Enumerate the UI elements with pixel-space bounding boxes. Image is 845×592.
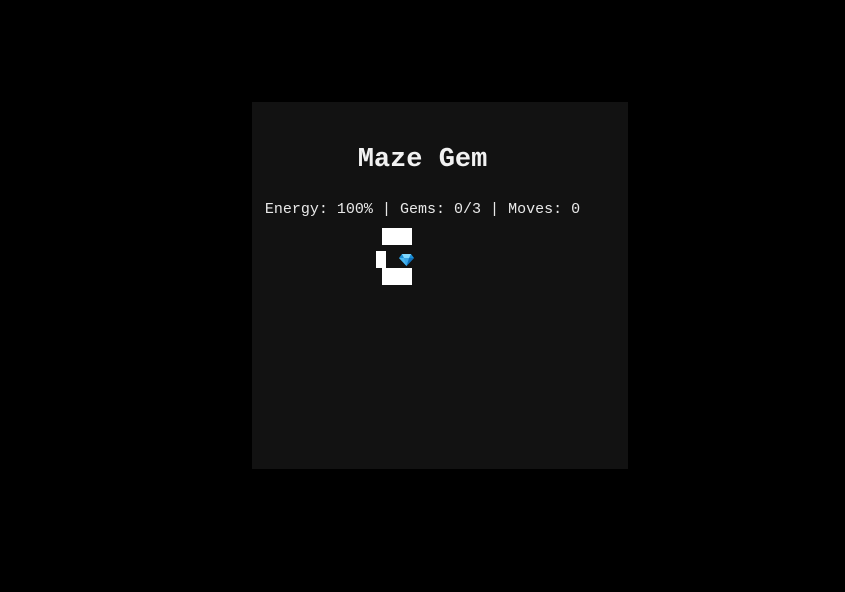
gem-icon-graphic: [399, 254, 414, 266]
energy-label: Energy:: [264, 201, 328, 218]
moves-label: Moves:: [508, 201, 563, 218]
energy-value: 100%: [336, 201, 373, 218]
maze-wall-left: [376, 251, 386, 268]
game-title: Maze Gem: [357, 145, 488, 175]
gems-value: 0/3: [454, 201, 482, 218]
gem-icon: [398, 251, 415, 268]
status-bar: Energy: 100% | Gems: 0/3 | Moves: 0: [0, 200, 845, 219]
game-viewport: Maze Gem Energy: 100% | Gems: 0/3 | Move…: [0, 0, 845, 592]
status-separator: |: [381, 201, 391, 218]
status-separator: |: [490, 201, 500, 218]
moves-value: 0: [571, 201, 581, 218]
maze-wall-top: [382, 228, 412, 245]
gems-label: Gems:: [399, 201, 445, 218]
maze-wall-bottom: [382, 268, 412, 285]
